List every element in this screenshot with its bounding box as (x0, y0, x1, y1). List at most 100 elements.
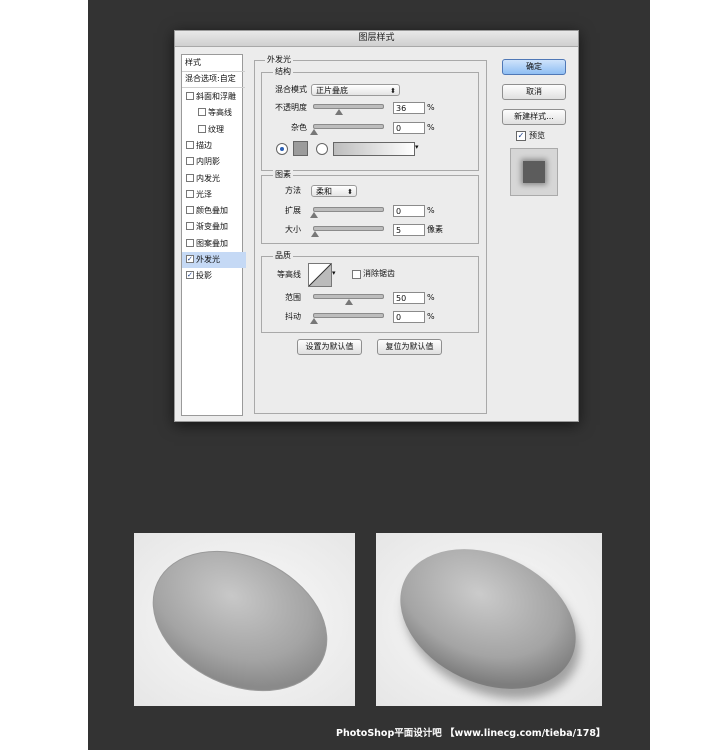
size-thumb[interactable] (311, 231, 320, 237)
styles-list: 样式 混合选项:自定 斜面和浮雕等高线纹理描边内阴影内发光光泽颜色叠加渐变叠加图… (181, 54, 246, 416)
style-item[interactable]: 光泽 (182, 187, 246, 203)
preview-checkbox[interactable]: ✓ (516, 131, 526, 141)
cancel-button[interactable]: 取消 (502, 84, 566, 100)
range-slider[interactable] (313, 294, 384, 305)
spread-input[interactable]: 0 (393, 205, 425, 217)
ok-button[interactable]: 确定 (502, 59, 566, 75)
contour-picker[interactable] (308, 263, 332, 287)
glow-color-swatch[interactable] (293, 141, 308, 156)
style-item[interactable]: 内发光 (182, 171, 246, 187)
range-thumb[interactable] (344, 299, 353, 305)
contour-dropdown-icon[interactable]: ▾ (332, 269, 336, 277)
style-item[interactable]: 等高线 (182, 105, 258, 121)
blend-mode-label: 混合模式 (275, 85, 307, 94)
dialog-title: 图层样式 (175, 31, 578, 47)
select-arrows-icon: ⬍ (347, 188, 353, 196)
style-item-checkbox[interactable] (198, 108, 206, 117)
radio-dot-icon (280, 147, 284, 151)
noise-input[interactable]: 0 (393, 122, 425, 134)
structure-title: 结构 (273, 67, 293, 77)
stone-before-graphic (152, 550, 328, 692)
style-item-checkbox[interactable] (198, 124, 206, 133)
style-item[interactable]: 投影 (182, 268, 246, 284)
style-item-checkbox[interactable] (186, 206, 194, 215)
size-label: 大小 (285, 225, 301, 234)
opacity-thumb[interactable] (334, 109, 343, 115)
size-slider[interactable] (311, 226, 384, 237)
method-value: 柔和 (316, 187, 332, 196)
style-item-label: 内阴影 (196, 157, 220, 167)
stone-image-after (376, 533, 602, 706)
make-default-button[interactable]: 设置为默认值 (297, 339, 362, 355)
style-item[interactable]: 图案叠加 (182, 236, 246, 252)
styles-header[interactable]: 样式 (182, 55, 245, 72)
style-item-checkbox[interactable] (186, 92, 194, 100)
style-item-checkbox[interactable] (186, 140, 194, 149)
style-item-label: 外发光 (196, 255, 220, 264)
stone-image-before (134, 533, 355, 706)
style-item-checkbox[interactable] (186, 222, 194, 231)
contour-label: 等高线 (277, 270, 301, 279)
outer-glow-title: 外发光 (265, 55, 293, 65)
spread-thumb[interactable] (310, 212, 318, 218)
method-label: 方法 (285, 186, 301, 195)
style-item[interactable]: 纹理 (182, 122, 258, 138)
blend-mode-select[interactable]: 正片叠底 ⬍ (311, 84, 400, 96)
style-item-label: 颜色叠加 (196, 206, 228, 216)
style-item-checkbox[interactable] (186, 189, 194, 198)
style-preview-thumbnail (510, 148, 558, 196)
layer-style-dialog: 图层样式 样式 混合选项:自定 斜面和浮雕 等高线 纹理 描边 内阴影 内发光 光泽 颜色叠加… (174, 30, 579, 422)
gradient-dropdown-icon[interactable]: ▾ (415, 143, 419, 151)
size-unit: 像素 (427, 225, 443, 234)
opacity-label: 不透明度 (275, 103, 307, 112)
style-item-checkbox[interactable] (186, 255, 194, 263)
style-item-label: 投影 (196, 271, 212, 281)
style-item[interactable]: 内阴影 (182, 154, 246, 170)
style-item-checkbox[interactable] (186, 271, 194, 280)
blend-mode-value: 正片叠底 (316, 86, 348, 95)
style-item-checkbox[interactable] (186, 157, 194, 166)
noise-thumb[interactable] (310, 129, 318, 135)
style-item-checkbox[interactable] (186, 173, 194, 182)
style-item-label: 斜面和浮雕 (196, 92, 236, 101)
reset-default-button[interactable]: 复位为默认值 (377, 339, 442, 355)
antialias-label: 消除锯齿 (363, 269, 395, 278)
style-item[interactable]: 渐变叠加 (182, 219, 246, 235)
spread-unit: % (427, 206, 435, 215)
gradient-radio[interactable] (316, 143, 328, 155)
quality-title: 品质 (273, 251, 293, 261)
size-input[interactable]: 5 (393, 224, 425, 236)
style-item[interactable]: 外发光 (182, 252, 246, 268)
method-select[interactable]: 柔和 ⬍ (311, 185, 357, 197)
style-item-label: 纹理 (208, 124, 224, 134)
spread-slider[interactable] (310, 207, 384, 218)
contour-curve-icon (309, 264, 331, 286)
style-item-label: 等高线 (208, 108, 232, 118)
noise-label: 杂色 (291, 123, 307, 132)
style-item-checkbox[interactable] (186, 238, 194, 247)
jitter-input[interactable]: 0 (393, 311, 425, 323)
jitter-thumb[interactable] (310, 318, 318, 324)
range-input[interactable]: 50 (393, 292, 425, 304)
antialias-checkbox[interactable] (352, 270, 361, 279)
watermark-footer: PhotoShop平面设计吧 【www.linecg.com/tieba/178… (336, 728, 606, 739)
noise-slider[interactable] (310, 124, 384, 135)
style-item-label: 内发光 (196, 173, 220, 183)
new-style-button[interactable]: 新建样式... (502, 109, 566, 125)
spread-label: 扩展 (285, 206, 301, 215)
elements-title: 图素 (273, 170, 293, 180)
style-item[interactable]: 描边 (182, 138, 246, 154)
jitter-label: 抖动 (285, 312, 301, 321)
style-item-label: 渐变叠加 (196, 222, 228, 232)
blending-options-item[interactable]: 混合选项:自定 (182, 71, 245, 88)
style-item[interactable]: 颜色叠加 (182, 203, 246, 219)
opacity-slider[interactable] (313, 104, 384, 115)
jitter-slider[interactable] (310, 313, 384, 324)
style-item[interactable]: 斜面和浮雕 (182, 89, 246, 105)
range-label: 范围 (285, 293, 301, 302)
color-radio[interactable] (276, 143, 288, 155)
style-item-label: 图案叠加 (196, 238, 228, 248)
gradient-picker[interactable] (333, 142, 415, 156)
opacity-input[interactable]: 36 (393, 102, 425, 114)
select-arrows-icon: ⬍ (390, 87, 396, 95)
